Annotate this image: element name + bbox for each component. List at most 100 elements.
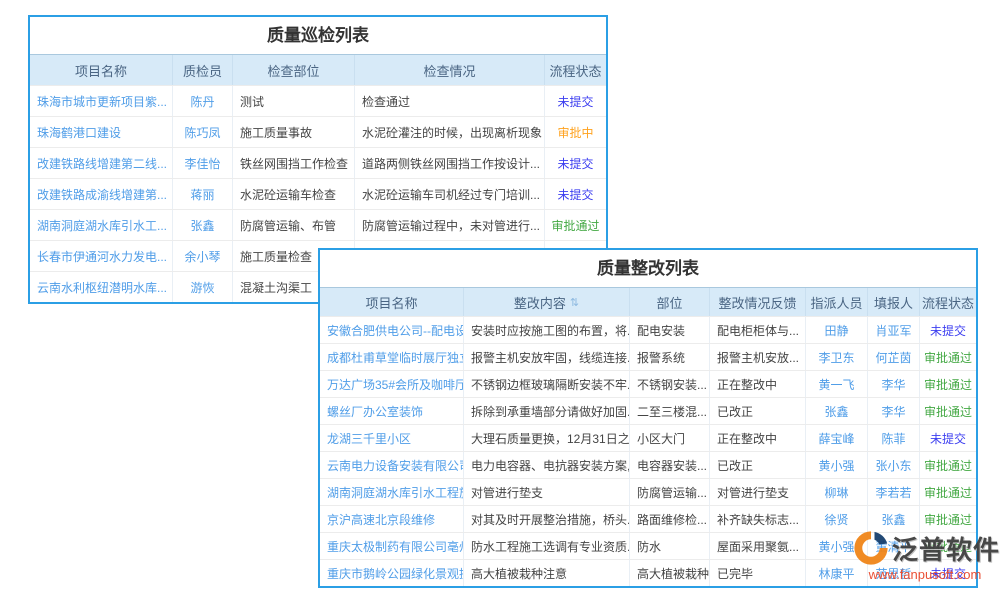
part-cell: 高大植被栽种 xyxy=(630,560,710,586)
column-header-feedback: 整改情况反馈 xyxy=(710,288,806,316)
rectify-content-cell: 防水工程施工选调有专业资质... xyxy=(464,533,630,559)
part-cell: 防水 xyxy=(630,533,710,559)
part-cell: 路面维修检... xyxy=(630,506,710,532)
feedback-cell: 屋面采用聚氨... xyxy=(710,533,806,559)
assignee-link[interactable]: 黄一飞 xyxy=(806,371,868,397)
feedback-cell: 报警主机安放... xyxy=(710,344,806,370)
reporter-link[interactable]: 李华 xyxy=(868,398,920,424)
reporter-link[interactable]: 何芷茵 xyxy=(868,344,920,370)
status-badge: 未提交 xyxy=(545,179,606,209)
table-row: 成都杜甫草堂临时展厅独立展... 报警主机安放牢固，线缆连接... 报警系统 报… xyxy=(320,343,976,370)
inspection-table-title: 质量巡检列表 xyxy=(30,17,606,55)
assignee-link[interactable]: 田静 xyxy=(806,317,868,343)
column-header-project: 项目名称 xyxy=(30,55,173,85)
feedback-cell: 对管进行垫支 xyxy=(710,479,806,505)
assignee-link[interactable]: 张鑫 xyxy=(806,398,868,424)
inspector-link[interactable]: 陈丹 xyxy=(173,86,233,116)
project-name-link[interactable]: 安徽合肥供电公司--配电设备... xyxy=(320,317,464,343)
rectify-content-cell: 电力电容器、电抗器安装方案,... xyxy=(464,452,630,478)
part-cell: 二至三楼混... xyxy=(630,398,710,424)
inspector-link[interactable]: 陈巧凤 xyxy=(173,117,233,147)
sort-icon[interactable]: ⇅ xyxy=(570,296,579,309)
rectify-content-cell: 对其及时开展整治措施，桥头... xyxy=(464,506,630,532)
part-cell: 防腐管运输... xyxy=(630,479,710,505)
column-header-content-label: 整改内容 xyxy=(514,293,566,312)
project-name-link[interactable]: 湖南洞庭湖水库引水工... xyxy=(30,210,173,240)
table-row: 云南电力设备安装有限公司20... 电力电容器、电抗器安装方案,... 电容器安… xyxy=(320,451,976,478)
assignee-link[interactable]: 柳琳 xyxy=(806,479,868,505)
project-name-link[interactable]: 成都杜甫草堂临时展厅独立展... xyxy=(320,344,464,370)
status-badge: 未提交 xyxy=(545,86,606,116)
assignee-link[interactable]: 薛宝峰 xyxy=(806,425,868,451)
inspector-link[interactable]: 余小琴 xyxy=(173,241,233,271)
reporter-link[interactable]: 李若若 xyxy=(868,479,920,505)
part-cell: 报警系统 xyxy=(630,344,710,370)
inspector-link[interactable]: 游恢 xyxy=(173,272,233,302)
project-name-link[interactable]: 长春市伊通河水力发电... xyxy=(30,241,173,271)
rectify-content-cell: 不锈钢边框玻璃隔断安装不牢... xyxy=(464,371,630,397)
status-badge: 审批通过 xyxy=(545,210,606,240)
rectify-content-cell: 大理石质量更换，12月31日之... xyxy=(464,425,630,451)
table-row: 珠海市城市更新项目紫... 陈丹 测试 检查通过 未提交 xyxy=(30,85,606,116)
table-row: 万达广场35#会所及咖啡厅空... 不锈钢边框玻璃隔断安装不牢... 不锈钢安装… xyxy=(320,370,976,397)
column-header-status: 流程状态 xyxy=(920,288,976,316)
column-header-part: 检查部位 xyxy=(233,55,355,85)
status-badge: 审批通过 xyxy=(920,452,976,478)
project-name-link[interactable]: 龙湖三千里小区 xyxy=(320,425,464,451)
inspector-link[interactable]: 李佳怡 xyxy=(173,148,233,178)
status-badge: 审批通过 xyxy=(920,344,976,370)
part-cell: 不锈钢安装... xyxy=(630,371,710,397)
watermark-url[interactable]: www.fanpusoft.com xyxy=(850,567,1000,582)
table-row: 安徽合肥供电公司--配电设备... 安装时应按施工图的布置，将... 配电安装 … xyxy=(320,316,976,343)
table-row: 改建铁路成渝线增建第... 蒋丽 水泥砼运输车检查 水泥砼运输车司机经过专门培训… xyxy=(30,178,606,209)
part-cell: 配电安装 xyxy=(630,317,710,343)
rectify-content-cell: 高大植被栽种注意 xyxy=(464,560,630,586)
rectify-content-cell: 对管进行垫支 xyxy=(464,479,630,505)
project-name-link[interactable]: 万达广场35#会所及咖啡厅空... xyxy=(320,371,464,397)
inspector-link[interactable]: 蒋丽 xyxy=(173,179,233,209)
column-header-project: 项目名称 xyxy=(320,288,464,316)
inspection-part-cell: 水泥砼运输车检查 xyxy=(233,179,355,209)
column-header-part: 部位 xyxy=(630,288,710,316)
reporter-link[interactable]: 陈菲 xyxy=(868,425,920,451)
status-badge: 未提交 xyxy=(545,148,606,178)
table-row: 改建铁路线增建第二线... 李佳怡 铁丝网围挡工作检查 道路两侧铁丝网围挡工作按… xyxy=(30,147,606,178)
project-name-link[interactable]: 螺丝厂办公室装饰 xyxy=(320,398,464,424)
reporter-link[interactable]: 肖亚军 xyxy=(868,317,920,343)
watermark-brand-text: 泛普软件 xyxy=(892,530,1000,567)
reporter-link[interactable]: 李华 xyxy=(868,371,920,397)
inspector-link[interactable]: 张鑫 xyxy=(173,210,233,240)
status-badge: 审批通过 xyxy=(920,398,976,424)
inspection-part-cell: 防腐管运输、布管 xyxy=(233,210,355,240)
project-name-link[interactable]: 云南电力设备安装有限公司20... xyxy=(320,452,464,478)
status-badge: 审批通过 xyxy=(920,479,976,505)
table-row: 龙湖三千里小区 大理石质量更换，12月31日之... 小区大门 正在整改中 薛宝… xyxy=(320,424,976,451)
project-name-link[interactable]: 珠海市城市更新项目紫... xyxy=(30,86,173,116)
project-name-link[interactable]: 重庆市鹅岭公园绿化景观提升... xyxy=(320,560,464,586)
project-name-link[interactable]: 改建铁路成渝线增建第... xyxy=(30,179,173,209)
table-row: 湖南洞庭湖水库引水工程施工I标 对管进行垫支 防腐管运输... 对管进行垫支 柳… xyxy=(320,478,976,505)
rectify-content-cell: 报警主机安放牢固，线缆连接... xyxy=(464,344,630,370)
rectification-table-header: 项目名称 整改内容 ⇅ 部位 整改情况反馈 指派人员 填报人 流程状态 xyxy=(320,288,976,316)
feedback-cell: 正在整改中 xyxy=(710,371,806,397)
inspection-situation-cell: 道路两侧铁丝网围挡工作按设计... xyxy=(355,148,545,178)
feedback-cell: 已改正 xyxy=(710,452,806,478)
project-name-link[interactable]: 京沪高速北京段维修 xyxy=(320,506,464,532)
rectify-content-cell: 安装时应按施工图的布置，将... xyxy=(464,317,630,343)
inspection-situation-cell: 防腐管运输过程中，未对管进行... xyxy=(355,210,545,240)
project-name-link[interactable]: 湖南洞庭湖水库引水工程施工I标 xyxy=(320,479,464,505)
project-name-link[interactable]: 改建铁路线增建第二线... xyxy=(30,148,173,178)
assignee-link[interactable]: 李卫东 xyxy=(806,344,868,370)
feedback-cell: 已完毕 xyxy=(710,560,806,586)
project-name-link[interactable]: 珠海鹤港口建设 xyxy=(30,117,173,147)
reporter-link[interactable]: 张小东 xyxy=(868,452,920,478)
table-row: 螺丝厂办公室装饰 拆除到承重墙部分请做好加固... 二至三楼混... 已改正 张… xyxy=(320,397,976,424)
rectify-content-cell: 拆除到承重墙部分请做好加固... xyxy=(464,398,630,424)
project-name-link[interactable]: 重庆太极制药有限公司亳州中... xyxy=(320,533,464,559)
column-header-assignee: 指派人员 xyxy=(806,288,868,316)
column-header-content: 整改内容 ⇅ xyxy=(464,288,630,316)
status-badge: 未提交 xyxy=(920,425,976,451)
assignee-link[interactable]: 黄小强 xyxy=(806,452,868,478)
project-name-link[interactable]: 云南水利枢纽潜明水库... xyxy=(30,272,173,302)
inspection-part-cell: 测试 xyxy=(233,86,355,116)
